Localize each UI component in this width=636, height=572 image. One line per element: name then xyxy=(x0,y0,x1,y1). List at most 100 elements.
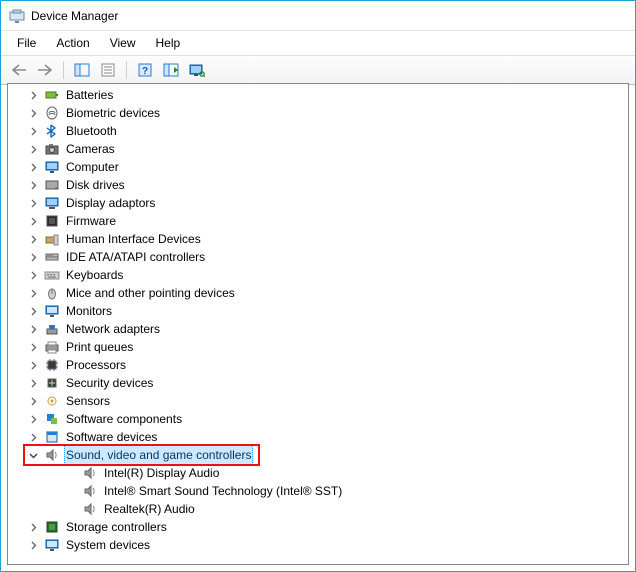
menu-action[interactable]: Action xyxy=(46,33,99,53)
menu-help[interactable]: Help xyxy=(146,33,191,53)
chevron-right-icon[interactable] xyxy=(26,178,40,192)
app-icon xyxy=(9,8,25,24)
tree-item-label: Network adapters xyxy=(64,320,162,338)
tree-category[interactable]: Security devices xyxy=(8,374,628,392)
tree-item-label: Mice and other pointing devices xyxy=(64,284,237,302)
tree-category[interactable]: Computer xyxy=(8,158,628,176)
chevron-right-icon[interactable] xyxy=(26,124,40,138)
display-icon xyxy=(44,195,60,211)
swdev-icon xyxy=(44,429,60,445)
tree-category[interactable]: Human Interface Devices xyxy=(8,230,628,248)
titlebar: Device Manager xyxy=(1,1,635,31)
tree-item-label: Firmware xyxy=(64,212,118,230)
tree-category[interactable]: Software components xyxy=(8,410,628,428)
tree-category[interactable]: Processors xyxy=(8,356,628,374)
chevron-down-icon[interactable] xyxy=(26,448,40,462)
tree-category[interactable]: Network adapters xyxy=(8,320,628,338)
firmware-icon xyxy=(44,213,60,229)
action-refresh-button[interactable] xyxy=(159,59,183,81)
tree-category[interactable]: System devices xyxy=(8,536,628,554)
tree-category[interactable]: Mice and other pointing devices xyxy=(8,284,628,302)
chevron-right-icon[interactable] xyxy=(26,430,40,444)
computer-icon xyxy=(44,159,60,175)
chevron-right-icon[interactable] xyxy=(26,196,40,210)
help-button[interactable]: ? xyxy=(133,59,157,81)
tree-item-label: Intel® Smart Sound Technology (Intel® SS… xyxy=(102,482,344,500)
tree-category[interactable]: IDE ATA/ATAPI controllers xyxy=(8,248,628,266)
chevron-right-icon[interactable] xyxy=(26,376,40,390)
properties-button[interactable] xyxy=(96,59,120,81)
monitor-icon xyxy=(44,303,60,319)
device-tree[interactable]: BatteriesBiometric devicesBluetoothCamer… xyxy=(8,84,628,564)
tree-category[interactable]: Batteries xyxy=(8,86,628,104)
tree-category[interactable]: Monitors xyxy=(8,302,628,320)
tree-category[interactable]: Cameras xyxy=(8,140,628,158)
tree-item-label: Software components xyxy=(64,410,184,428)
chevron-right-icon[interactable] xyxy=(26,340,40,354)
chevron-right-icon[interactable] xyxy=(26,268,40,282)
tree-item-label: Intel(R) Display Audio xyxy=(102,464,221,482)
finger-icon xyxy=(44,105,60,121)
sound-icon xyxy=(82,483,98,499)
cpu-icon xyxy=(44,357,60,373)
tree-category[interactable]: Sensors xyxy=(8,392,628,410)
tree-leaf[interactable]: Intel(R) Display Audio xyxy=(8,464,628,482)
tree-item-label: Biometric devices xyxy=(64,104,162,122)
tree-leaf[interactable]: Intel® Smart Sound Technology (Intel® SS… xyxy=(8,482,628,500)
keyboard-icon xyxy=(44,267,60,283)
hid-icon xyxy=(44,231,60,247)
chevron-right-icon[interactable] xyxy=(26,286,40,300)
back-button[interactable] xyxy=(7,59,31,81)
tree-category[interactable]: Display adaptors xyxy=(8,194,628,212)
chevron-right-icon[interactable] xyxy=(26,232,40,246)
chevron-right-icon[interactable] xyxy=(26,412,40,426)
chevron-right-icon[interactable] xyxy=(26,520,40,534)
chevron-right-icon[interactable] xyxy=(26,394,40,408)
toolbar-separator xyxy=(126,61,127,79)
tree-item-label: Bluetooth xyxy=(64,122,119,140)
swcomp-icon xyxy=(44,411,60,427)
tree-category[interactable]: Print queues xyxy=(8,338,628,356)
tree-category[interactable]: Sound, video and game controllers xyxy=(8,446,628,464)
tree-item-label: Security devices xyxy=(64,374,155,392)
tree-item-label: Sound, video and game controllers xyxy=(64,445,253,465)
tree-category[interactable]: Storage controllers xyxy=(8,518,628,536)
tree-category[interactable]: Keyboards xyxy=(8,266,628,284)
tree-item-label: Storage controllers xyxy=(64,518,169,536)
toolbar: ? xyxy=(1,55,635,85)
chevron-right-icon[interactable] xyxy=(26,322,40,336)
battery-icon xyxy=(44,87,60,103)
chevron-right-icon[interactable] xyxy=(26,250,40,264)
tree-item-label: Print queues xyxy=(64,338,135,356)
tree-item-label: Display adaptors xyxy=(64,194,157,212)
tree-category[interactable]: Firmware xyxy=(8,212,628,230)
menu-file[interactable]: File xyxy=(7,33,46,53)
chevron-right-icon[interactable] xyxy=(26,88,40,102)
chevron-right-icon[interactable] xyxy=(26,142,40,156)
tree-leaf[interactable]: Realtek(R) Audio xyxy=(8,500,628,518)
tree-category[interactable]: Software devices xyxy=(8,428,628,446)
chevron-right-icon[interactable] xyxy=(26,160,40,174)
chevron-right-icon[interactable] xyxy=(26,304,40,318)
printer-icon xyxy=(44,339,60,355)
tree-category[interactable]: Disk drives xyxy=(8,176,628,194)
chevron-right-icon[interactable] xyxy=(26,358,40,372)
tree-item-label: Software devices xyxy=(64,428,159,446)
tree-item-label: Realtek(R) Audio xyxy=(102,500,197,518)
scan-hardware-button[interactable] xyxy=(185,59,209,81)
sound-icon xyxy=(44,447,60,463)
show-console-button[interactable] xyxy=(70,59,94,81)
forward-button[interactable] xyxy=(33,59,57,81)
network-icon xyxy=(44,321,60,337)
sound-icon xyxy=(82,501,98,517)
chevron-right-icon[interactable] xyxy=(26,214,40,228)
menu-view[interactable]: View xyxy=(100,33,146,53)
disk-icon xyxy=(44,177,60,193)
tree-category[interactable]: Bluetooth xyxy=(8,122,628,140)
tree-item-label: Batteries xyxy=(64,86,115,104)
sensor-icon xyxy=(44,393,60,409)
chevron-right-icon[interactable] xyxy=(26,106,40,120)
tree-category[interactable]: Biometric devices xyxy=(8,104,628,122)
storage-icon xyxy=(44,519,60,535)
chevron-right-icon[interactable] xyxy=(26,538,40,552)
